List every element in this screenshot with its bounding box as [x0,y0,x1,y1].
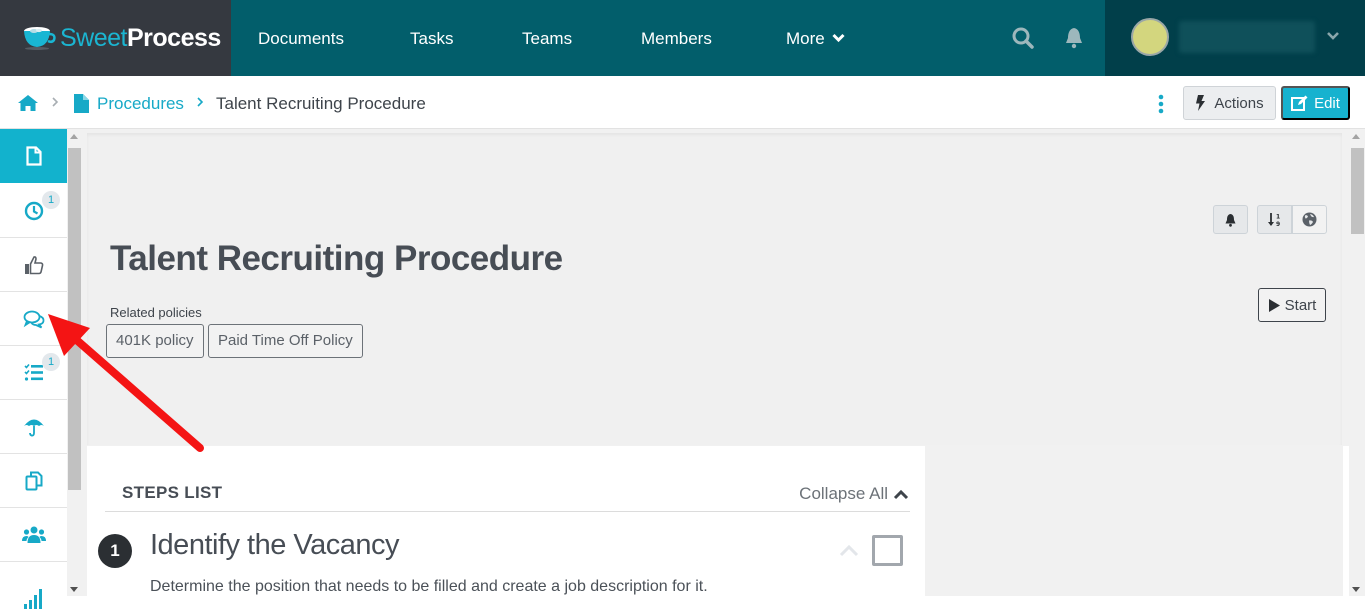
nav-tasks[interactable]: Tasks [410,0,453,76]
brand-name-process: Process [126,23,221,52]
user-name-redacted [1179,21,1315,53]
globe-icon [1302,212,1317,227]
comments-icon [23,310,44,328]
edit-icon [1291,95,1308,111]
scroll-up-arrow[interactable] [1352,134,1360,139]
sidebar-item-history[interactable]: 1 [0,184,67,238]
play-icon [1268,298,1280,312]
document-title: Talent Recruiting Procedure [110,239,563,278]
breadcrumb: Procedures Talent Recruiting Procedure [0,76,1365,129]
sidebar-scrollbar[interactable] [67,129,83,596]
umbrella-icon [23,419,44,436]
steps-list-heading: STEPS LIST [122,483,223,502]
more-options-icon[interactable] [1154,94,1168,114]
sidebar-item-comments[interactable] [0,292,67,346]
sidebar: 1 1 [0,129,67,609]
sort-numeric-icon: 1 9 [1267,212,1280,227]
chevron-down-icon[interactable] [1325,28,1341,44]
steps-list: STEPS LIST Collapse All 1 Identify the V… [87,446,925,596]
policy-tag[interactable]: Paid Time Off Policy [208,324,363,358]
nav-more-dropdown[interactable]: More [786,0,845,76]
scroll-up-arrow[interactable] [70,134,78,139]
coffee-cup-logo-icon [24,27,56,50]
edit-label: Edit [1314,94,1340,112]
avatar[interactable] [1131,18,1169,56]
nav-more-label: More [786,28,825,48]
scroll-down-arrow[interactable] [70,587,78,592]
sidebar-item-approvals[interactable] [0,238,67,292]
divider [105,511,910,512]
chevron-up-icon[interactable] [838,543,860,557]
chevron-right-icon [52,97,59,107]
brand-logo[interactable]: SweetProcess [0,0,231,76]
chevron-right-icon [197,97,204,107]
document-header: 1 9 Talent Recruiting Procedure Related … [87,133,1342,445]
scroll-down-arrow[interactable] [1352,587,1360,592]
step-description: Determine the position that needs to be … [150,578,708,595]
collapse-all-label: Collapse All [799,484,888,503]
step-numbering-toggle[interactable]: 1 9 [1257,205,1292,234]
nav-teams[interactable]: Teams [522,0,572,76]
main-content: 1 9 Talent Recruiting Procedure Related … [83,129,1349,596]
svg-text:9: 9 [1276,221,1280,227]
breadcrumb-procedures[interactable]: Procedures [97,76,184,129]
bolt-icon [1196,95,1206,111]
task-list-icon [23,363,43,381]
nav-documents[interactable]: Documents [258,0,344,76]
main-scrollbar[interactable] [1349,129,1365,596]
actions-button[interactable]: Actions [1183,86,1276,120]
bell-icon[interactable] [1062,26,1086,50]
signal-icon [23,589,42,609]
users-icon [21,526,46,543]
sidebar-item-policies[interactable] [0,400,67,454]
nav-members[interactable]: Members [641,0,712,76]
top-navigation-bar: SweetProcess Documents Tasks Teams Membe… [0,0,1365,76]
actions-label: Actions [1214,94,1264,112]
user-menu[interactable] [1105,0,1365,76]
brand-name: SweetProcess [60,24,221,53]
policy-tag[interactable]: 401K policy [106,324,204,358]
main-scrollbar-thumb[interactable] [1351,148,1364,234]
breadcrumb-current: Talent Recruiting Procedure [216,94,426,113]
svg-text:1: 1 [1276,213,1280,220]
step-complete-checkbox[interactable] [872,535,903,566]
start-button[interactable]: Start [1258,288,1326,322]
clock-icon [24,201,43,220]
bell-icon [1225,213,1236,227]
sidebar-item-reports[interactable] [0,562,67,616]
history-badge: 1 [42,191,60,209]
step-number: 1 [98,534,132,568]
file-icon [74,94,89,113]
step-title[interactable]: Identify the Vacancy [150,529,400,562]
home-icon[interactable] [17,94,39,112]
notifications-toggle[interactable] [1213,205,1248,234]
start-label: Start [1284,296,1317,314]
edit-button[interactable]: Edit [1281,86,1350,120]
chevron-up-icon [893,489,909,499]
document-icon [25,146,42,166]
sidebar-item-document[interactable] [0,129,67,183]
thumbs-up-icon [24,255,43,274]
copy-icon [25,471,42,490]
chevron-down-icon [832,33,845,43]
tasks-badge: 1 [42,353,60,371]
brand-name-sweet: Sweet [60,23,127,52]
collapse-all-button[interactable]: Collapse All [799,484,909,504]
related-policies-label: Related policies [110,305,202,320]
search-icon[interactable] [1011,26,1035,50]
language-toggle[interactable] [1292,205,1327,234]
sidebar-item-members[interactable] [0,508,67,562]
sidebar-scrollbar-thumb[interactable] [68,148,81,490]
sidebar-item-copies[interactable] [0,454,67,508]
sidebar-item-tasks[interactable]: 1 [0,346,67,400]
